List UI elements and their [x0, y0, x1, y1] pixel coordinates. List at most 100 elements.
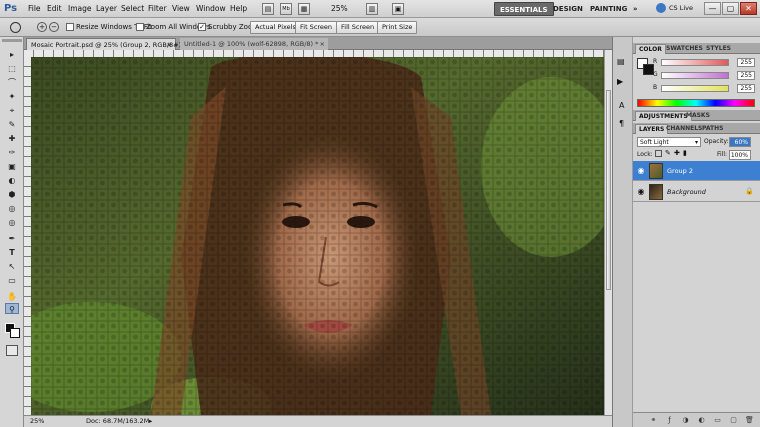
workspace-essentials[interactable]: ESSENTIALS: [494, 2, 554, 16]
actual-pixels-button[interactable]: Actual Pixels: [250, 21, 301, 34]
layer-style-icon[interactable]: ƒ: [665, 416, 674, 425]
tab-styles[interactable]: STYLES: [703, 44, 734, 54]
eye-icon[interactable]: ◉: [636, 187, 646, 197]
layer-name[interactable]: Group 2: [667, 167, 693, 175]
minimize-button[interactable]: —: [704, 2, 721, 15]
blue-slider[interactable]: [661, 85, 729, 92]
scrollbar-thumb[interactable]: [606, 90, 611, 290]
workspace-painting[interactable]: PAINTING: [585, 2, 632, 16]
quick-selection-tool-icon[interactable]: ✦: [5, 91, 19, 102]
document-canvas[interactable]: [31, 57, 604, 415]
red-slider[interactable]: [661, 59, 729, 66]
zoom-tool-selected-icon[interactable]: ⚲: [5, 303, 19, 314]
menu-select[interactable]: Select: [121, 4, 144, 13]
layer-name[interactable]: Background: [667, 188, 706, 196]
tab-mosaic-portrait[interactable]: Mosaic Portrait.psd @ 25% (Group 2, RGB/…: [26, 38, 186, 50]
scrubby-zoom-checkbox[interactable]: ✓: [198, 23, 206, 31]
fill-field[interactable]: 100%: [729, 150, 751, 160]
trash-icon[interactable]: 🗑: [745, 416, 754, 425]
menu-file[interactable]: File: [28, 4, 41, 13]
tab-masks[interactable]: MASKS: [683, 111, 713, 121]
maximize-button[interactable]: ▢: [722, 2, 739, 15]
zoom-level-menu[interactable]: 25%: [331, 4, 348, 13]
menu-view[interactable]: View: [172, 4, 190, 13]
workspace-design[interactable]: DESIGN: [548, 2, 588, 16]
gradient-tool-icon[interactable]: ◎: [5, 203, 19, 214]
new-group-icon[interactable]: ▭: [713, 416, 722, 425]
tab-color[interactable]: COLOR: [635, 44, 666, 54]
workspace-more[interactable]: »: [628, 2, 643, 16]
fit-screen-button[interactable]: Fit Screen: [295, 21, 338, 34]
quick-mask-icon[interactable]: [6, 345, 18, 356]
lasso-tool-icon[interactable]: ⌒: [5, 77, 19, 88]
status-zoom[interactable]: 25%: [30, 416, 44, 427]
menu-filter[interactable]: Filter: [148, 4, 167, 13]
lock-image-icon[interactable]: ✎: [665, 149, 671, 157]
toolbox-grip[interactable]: [2, 39, 22, 42]
add-mask-icon[interactable]: ◑: [681, 416, 690, 425]
layer-row-group-2[interactable]: ◉ Group 2: [633, 161, 760, 181]
color-spectrum-ramp[interactable]: [637, 99, 755, 107]
mini-bridge-icon[interactable]: Mb: [280, 3, 292, 15]
link-layers-icon[interactable]: ⚭: [649, 416, 658, 425]
opacity-field[interactable]: 60%: [729, 137, 751, 147]
cs-live-label[interactable]: CS Live: [669, 4, 693, 12]
lock-position-icon[interactable]: ✚: [674, 149, 680, 157]
zoom-all-windows-checkbox[interactable]: [136, 23, 144, 31]
tab-untitled-1[interactable]: Untitled-1 @ 100% (wolf-62898, RGB/8) * …: [180, 38, 328, 50]
view-extras-icon[interactable]: ▦: [298, 3, 310, 15]
actions-panel-icon[interactable]: ▶: [617, 77, 623, 86]
close-button[interactable]: ✕: [740, 2, 757, 15]
new-layer-icon[interactable]: ▢: [729, 416, 738, 425]
shape-tool-icon[interactable]: ▭: [5, 275, 19, 286]
bridge-icon[interactable]: ▤: [262, 3, 274, 15]
character-panel-icon[interactable]: A: [619, 101, 624, 110]
paragraph-panel-icon[interactable]: ¶: [619, 119, 624, 128]
screen-mode-icon[interactable]: ▣: [392, 3, 404, 15]
menu-layer[interactable]: Layer: [96, 4, 117, 13]
menu-help[interactable]: Help: [230, 4, 247, 13]
history-panel-icon[interactable]: ▤: [617, 57, 625, 66]
eyedropper-tool-icon[interactable]: ✎: [5, 119, 19, 130]
pen-tool-icon[interactable]: ✒: [5, 233, 19, 244]
zoom-tool-icon[interactable]: [10, 22, 21, 33]
red-value[interactable]: 255: [737, 58, 755, 67]
menu-image[interactable]: Image: [68, 4, 92, 13]
fill-screen-button[interactable]: Fill Screen: [336, 21, 380, 34]
print-size-button[interactable]: Print Size: [377, 21, 418, 34]
type-tool-icon[interactable]: T: [5, 247, 19, 258]
healing-brush-tool-icon[interactable]: ✚: [5, 133, 19, 144]
move-tool-icon[interactable]: ▸: [5, 49, 19, 60]
tab-paths[interactable]: PATHS: [699, 124, 726, 134]
marquee-tool-icon[interactable]: ⬚: [5, 63, 19, 74]
background-color-swatch[interactable]: [10, 328, 20, 338]
tab-swatches[interactable]: SWATCHES: [663, 44, 706, 54]
history-brush-tool-icon[interactable]: ◐: [5, 175, 19, 186]
eye-icon[interactable]: ◉: [636, 166, 646, 176]
brush-tool-icon[interactable]: ✑: [5, 147, 19, 158]
path-selection-tool-icon[interactable]: ↖: [5, 261, 19, 272]
menu-window[interactable]: Window: [196, 4, 226, 13]
clone-stamp-tool-icon[interactable]: ▣: [5, 161, 19, 172]
zoom-in-icon[interactable]: +: [37, 22, 47, 32]
adjustment-layer-icon[interactable]: ◐: [697, 416, 706, 425]
vertical-scrollbar[interactable]: [604, 50, 612, 415]
blend-mode-select[interactable]: Soft Light ▾: [637, 137, 701, 147]
green-value[interactable]: 255: [737, 71, 755, 80]
tab-close-icon[interactable]: ×: [320, 38, 325, 50]
status-menu-arrow-icon[interactable]: ▸: [149, 416, 152, 427]
hand-tool-icon[interactable]: ✋: [5, 291, 19, 302]
blue-value[interactable]: 255: [737, 84, 755, 93]
cs-live-icon[interactable]: [656, 3, 666, 13]
arrange-documents-icon[interactable]: ▥: [366, 3, 378, 15]
eraser-tool-icon[interactable]: ⬢: [5, 189, 19, 200]
crop-tool-icon[interactable]: ⌖: [5, 105, 19, 116]
zoom-out-icon[interactable]: −: [49, 22, 59, 32]
dodge-tool-icon[interactable]: ◎: [5, 217, 19, 228]
resize-windows-checkbox[interactable]: [66, 23, 74, 31]
layer-row-background[interactable]: ◉ Background 🔒: [633, 182, 760, 202]
green-slider[interactable]: [661, 72, 729, 79]
menu-edit[interactable]: Edit: [47, 4, 62, 13]
lock-transparent-icon[interactable]: [655, 150, 662, 157]
lock-all-icon[interactable]: ▮: [683, 149, 687, 157]
